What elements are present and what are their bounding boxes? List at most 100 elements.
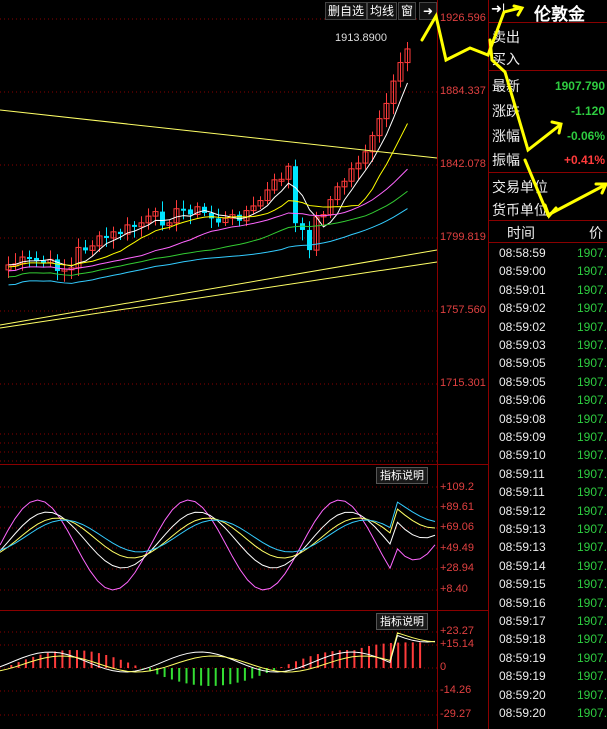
quote-row-label: 涨幅 [492, 129, 520, 145]
tick-price: 1907. [577, 632, 607, 647]
tick-price: 1907. [577, 430, 607, 444]
tick-price: 1907. [577, 577, 607, 592]
tick-time: 08:59:18 [499, 632, 546, 647]
tick-time: 08:59:20 [499, 687, 546, 702]
tick-time: 08:59:00 [499, 264, 546, 279]
moving-average-button[interactable]: 均线 [367, 2, 398, 20]
tick-price: 1907. [577, 522, 607, 536]
tick-time: 08:59:11 [499, 485, 545, 500]
tick-price: 1907. [577, 466, 607, 481]
price-axis-label: 1715.301 [440, 377, 486, 389]
indicator-axis-label: +69.06 [440, 521, 474, 533]
trend-line [0, 261, 438, 329]
tick-price: 1907. [577, 558, 607, 573]
tick-time: 08:59:11 [499, 466, 545, 481]
amplitude-value: +0.41% [563, 153, 605, 167]
price-axis-label: 1799.819 [440, 231, 486, 243]
tick-row: 08:59:18 1907. [489, 632, 607, 650]
indicator-axis-label: +8.40 [440, 583, 468, 595]
tick-row: 08:59:19 1907. [489, 669, 607, 687]
quote-row-label: 货币单位 [492, 203, 548, 219]
tick-price: 1907. [577, 540, 607, 555]
tick-row: 08:59:10 1907. [489, 448, 607, 466]
ma-line [8, 208, 408, 286]
candle-body [188, 209, 193, 215]
indicator-axis-label: +49.49 [440, 542, 474, 554]
quote-row-label: 振幅 [492, 153, 520, 169]
candle-body [209, 212, 214, 219]
tick-row: 08:59:09 1907. [489, 430, 607, 448]
tick-time: 08:59:08 [499, 411, 546, 426]
ma-line [8, 82, 408, 267]
tick-time: 08:59:02 [499, 301, 546, 316]
candle-body [181, 208, 186, 211]
tick-row: 08:59:19 1907. [489, 651, 607, 669]
tick-row: 08:59:05 1907. [489, 375, 607, 393]
ma-line [8, 168, 408, 272]
indicator-axis-label: +89.61 [440, 501, 474, 513]
tick-row: 08:59:01 1907. [489, 283, 607, 301]
quote-row-label: 卖出 [492, 30, 520, 46]
tick-time: 08:59:12 [499, 503, 546, 518]
window-button[interactable]: 窗 [398, 2, 417, 20]
tick-price: 1907. [577, 264, 607, 279]
tick-price: 1907. [577, 374, 607, 389]
candle-body [83, 247, 88, 251]
tick-row: 08:59:11 1907. [489, 467, 607, 485]
trading-screen: 删自选 均线 窗 ➜ 1913.8900 1926.596 1884.337 1… [0, 0, 607, 729]
tick-row: 08:59:02 1907. [489, 320, 607, 338]
tick-price: 1907. [577, 503, 607, 518]
price-axis-label: 1926.596 [440, 12, 486, 24]
candle-body [237, 214, 242, 221]
tick-time: 08:59:06 [499, 393, 546, 408]
indicator-axis-label: +15.14 [440, 638, 474, 650]
tick-time: 08:59:15 [499, 577, 546, 592]
indicator-help-button[interactable]: 指标说明 [376, 613, 428, 630]
expand-panel-icon[interactable]: ➜| [491, 1, 505, 17]
candle-body [132, 224, 137, 227]
tick-time: 08:59:09 [499, 430, 546, 444]
trend-line [0, 249, 438, 326]
indicator-help-button[interactable]: 指标说明 [376, 467, 428, 484]
tick-price: 1907. [577, 485, 607, 500]
last-price-value: 1907.790 [554, 79, 605, 93]
tick-row: 08:59:06 1907. [489, 393, 607, 411]
tick-time: 08:59:17 [499, 614, 546, 628]
axis-separator [437, 0, 438, 729]
tick-row: 08:59:13 1907. [489, 522, 607, 540]
tick-row: 08:59:12 1907. [489, 504, 607, 522]
tick-time: 08:59:16 [499, 595, 546, 610]
tick-price: 1907. [577, 706, 607, 720]
tick-time: 08:59:03 [499, 338, 546, 352]
tick-row: 08:59:20 1907. [489, 706, 607, 724]
candle-body [202, 206, 207, 213]
tick-time: 08:59:19 [499, 669, 546, 684]
change-percent-value: -0.06% [566, 129, 605, 143]
tick-time: 08:59:05 [499, 356, 546, 371]
quote-row-label: 涨跌 [492, 104, 520, 120]
tick-row: 08:59:17 1907. [489, 614, 607, 632]
tick-time: 08:59:14 [499, 558, 546, 573]
tick-row: 08:59:11 1907. [489, 485, 607, 503]
tick-row: 08:59:13 1907. [489, 540, 607, 558]
tick-time: 08:58:59 [499, 246, 546, 260]
price-column-header: 价 [589, 226, 603, 242]
indicator-axis-label: +28.94 [440, 562, 474, 574]
tick-row: 08:59:02 1907. [489, 301, 607, 319]
candle-body [307, 229, 312, 251]
candle-body [27, 257, 32, 260]
tick-price: 1907. [577, 338, 607, 352]
tick-time: 08:59:05 [499, 374, 546, 389]
remove-watchlist-button[interactable]: 删自选 [325, 2, 368, 20]
last-price-label: 1913.8900 [335, 32, 387, 44]
trend-line [0, 109, 438, 159]
tick-price: 1907. [577, 650, 607, 665]
tick-price: 1907. [577, 448, 607, 463]
tick-price: 1907. [577, 301, 607, 316]
tick-row: 08:59:20 1907. [489, 688, 607, 706]
ma-line [8, 190, 408, 278]
collapse-right-icon[interactable]: ➜ [419, 2, 437, 20]
tick-price: 1907. [577, 282, 607, 297]
tick-price: 1907. [577, 614, 607, 628]
price-axis-label: 1842.078 [440, 158, 486, 170]
